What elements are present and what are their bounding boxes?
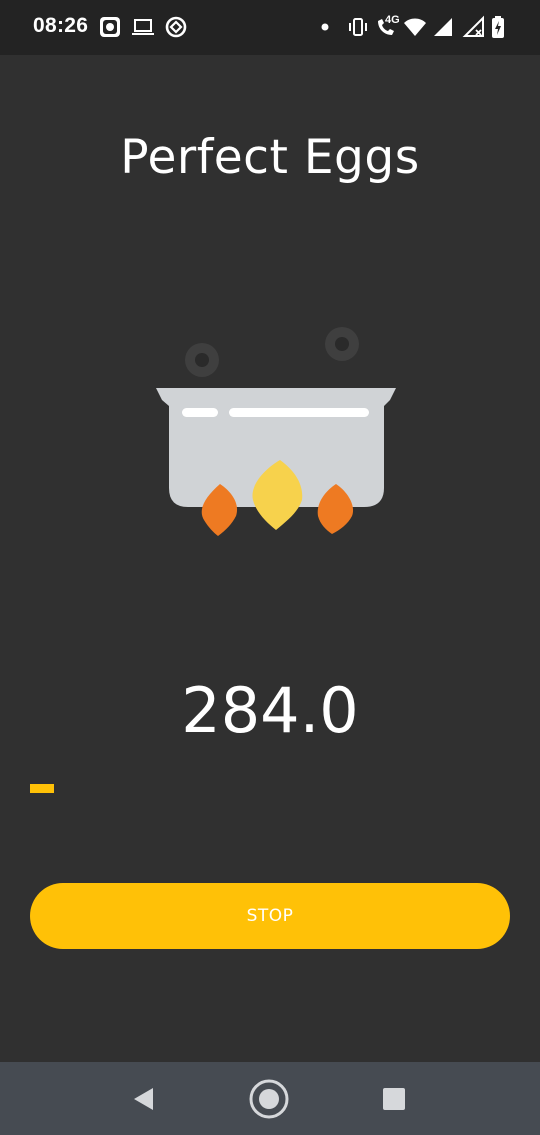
signal-no-sim-icon (462, 15, 486, 39)
cooking-pot-illustration (150, 320, 400, 545)
laptop-icon (131, 15, 155, 39)
timer-value: 284.0 (181, 674, 359, 747)
pot-highlight-short (182, 408, 218, 417)
steam-bubble-right (325, 327, 359, 361)
page-title: Perfect Eggs (120, 130, 420, 185)
vpn-icon (164, 15, 188, 39)
wifi-icon (403, 15, 427, 39)
dot-icon (318, 15, 332, 39)
signal-icon (431, 15, 455, 39)
battery-charging-icon (490, 15, 506, 39)
notification-app-icon (98, 15, 122, 39)
stop-button[interactable]: STOP (30, 883, 510, 949)
vibrate-icon (346, 15, 370, 39)
status-time: 08:26 (33, 14, 89, 37)
back-icon[interactable] (122, 1078, 164, 1120)
app-screen: 08:26 4G Perfect Eggs 284.0 STOP (0, 0, 540, 1135)
progress-bar (30, 784, 510, 793)
recents-icon[interactable] (373, 1078, 415, 1120)
pot-highlight-long (229, 408, 369, 417)
network-type-label: 4G (385, 14, 400, 26)
steam-bubble-left (185, 343, 219, 377)
home-icon[interactable] (248, 1078, 290, 1120)
progress-fill (30, 784, 54, 793)
status-bar: 08:26 4G (0, 0, 540, 55)
navigation-bar (0, 1062, 540, 1135)
